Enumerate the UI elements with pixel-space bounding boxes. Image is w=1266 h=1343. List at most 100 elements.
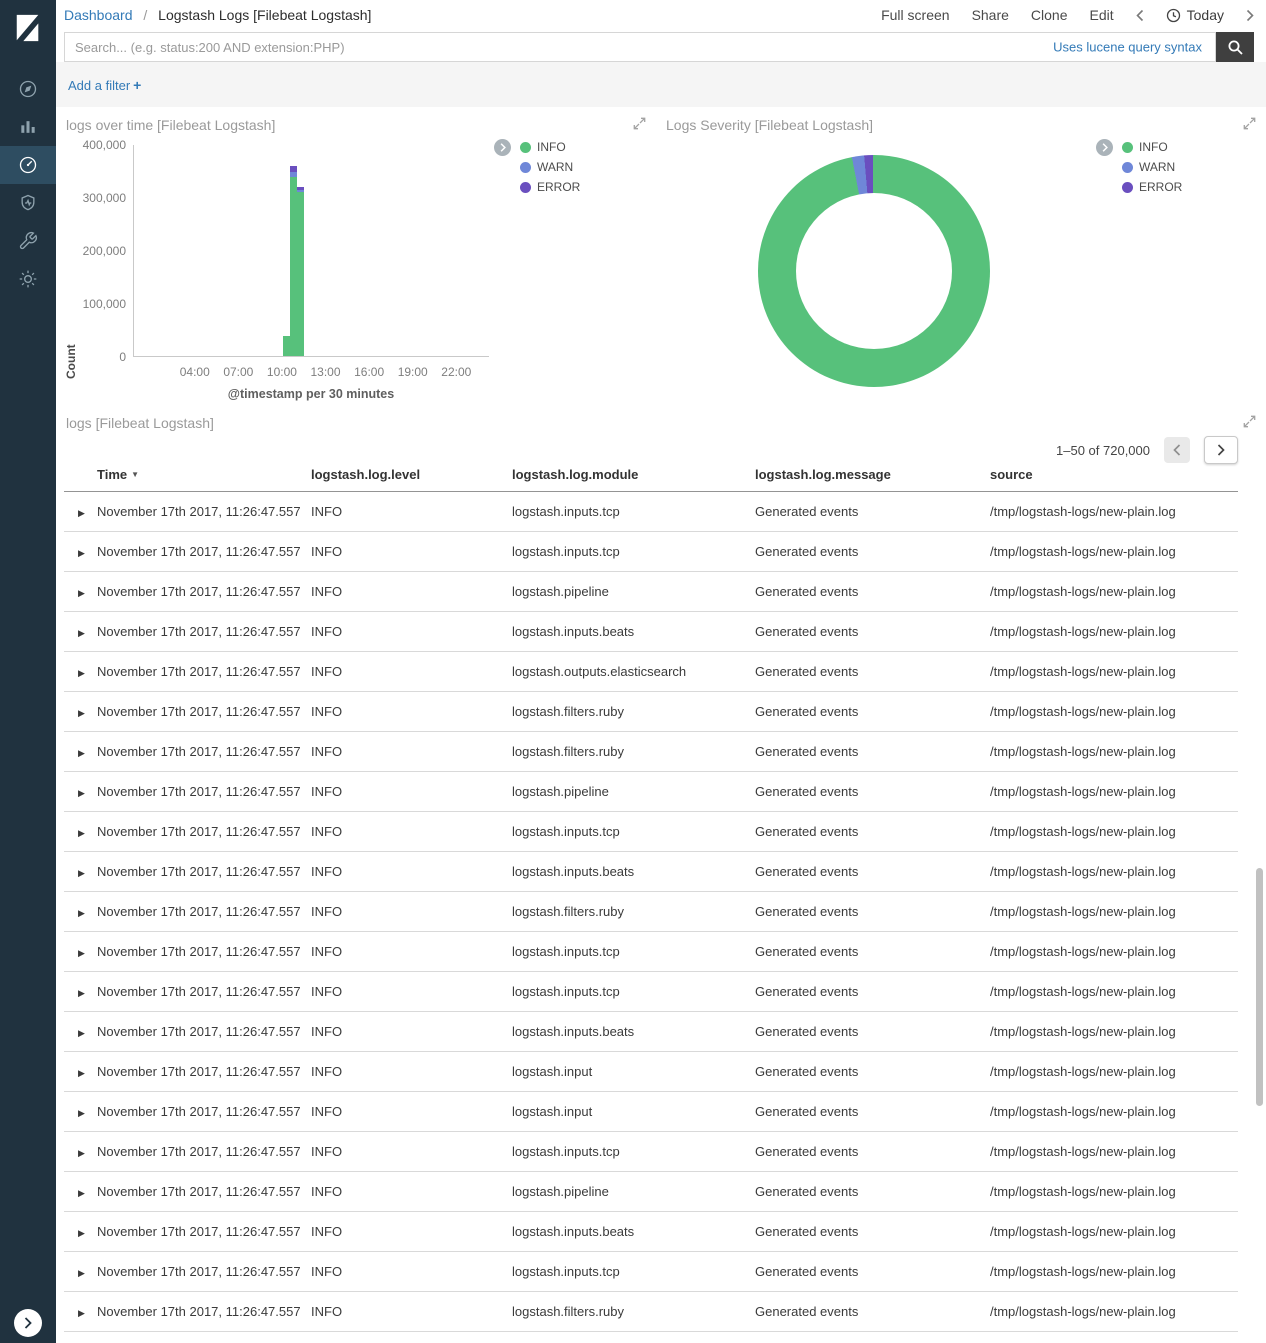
expand-row-caret[interactable]: ▶ [78, 788, 85, 798]
legend-label: ERROR [1139, 180, 1182, 194]
collapse-nav-button[interactable] [14, 1309, 42, 1337]
search-input[interactable] [64, 32, 1216, 62]
cell-source: /tmp/logstash-logs/new-plain.log [990, 492, 1238, 532]
expand-row-caret[interactable]: ▶ [78, 948, 85, 958]
cell-time: November 17th 2017, 11:26:47.557 [97, 972, 311, 1012]
expand-row-caret[interactable]: ▶ [78, 908, 85, 918]
log-table-row: ▶November 17th 2017, 11:26:47.557INFOlog… [64, 692, 1238, 732]
expand-row-caret[interactable]: ▶ [78, 1228, 85, 1238]
expand-row-caret[interactable]: ▶ [78, 548, 85, 558]
expand-row-caret[interactable]: ▶ [78, 1308, 85, 1318]
kibana-logo-icon [13, 13, 43, 43]
time-back-button[interactable] [1136, 9, 1144, 22]
expand-row-caret[interactable]: ▶ [78, 748, 85, 758]
cell-message: Generated events [755, 612, 990, 652]
lucene-syntax-link[interactable]: Uses lucene query syntax [1053, 40, 1202, 55]
bar-segment-info[interactable] [283, 336, 290, 356]
cell-source: /tmp/logstash-logs/new-plain.log [990, 692, 1238, 732]
expand-row-caret[interactable]: ▶ [78, 508, 85, 518]
y-axis-tick: 300,000 [83, 191, 126, 205]
log-table-row: ▶November 17th 2017, 11:26:47.557INFOlog… [64, 812, 1238, 852]
legend-item-warn[interactable]: WARN [520, 160, 580, 174]
expand-row-caret[interactable]: ▶ [78, 988, 85, 998]
expand-panel-icon[interactable] [633, 117, 646, 130]
sidebar-item-monitoring[interactable] [0, 184, 56, 222]
expand-cell: ▶ [64, 1212, 97, 1252]
chevron-left-icon [1173, 444, 1181, 456]
next-page-button[interactable] [1204, 436, 1238, 464]
legend-item-warn[interactable]: WARN [1122, 160, 1182, 174]
column-header-source[interactable]: source [990, 467, 1238, 492]
time-picker-button[interactable]: Today [1166, 7, 1224, 23]
breadcrumb: Dashboard / Logstash Logs [Filebeat Logs… [64, 7, 371, 23]
add-filter-label: Add a filter [68, 78, 130, 93]
cell-module: logstash.pipeline [512, 572, 755, 612]
legend-item-info[interactable]: INFO [1122, 140, 1182, 154]
legend-item-error[interactable]: ERROR [1122, 180, 1182, 194]
expand-cell: ▶ [64, 1172, 97, 1212]
scrollbar-thumb[interactable] [1256, 868, 1263, 1106]
expand-row-caret[interactable]: ▶ [78, 868, 85, 878]
expand-row-caret[interactable]: ▶ [78, 708, 85, 718]
legend-toggle-button[interactable] [1096, 139, 1113, 156]
column-header-time[interactable]: Time▼ [97, 467, 311, 492]
prev-page-button[interactable] [1164, 437, 1190, 463]
donut-legend: INFO WARN ERROR [1096, 139, 1182, 194]
breadcrumb-dashboard-link[interactable]: Dashboard [64, 7, 133, 23]
cell-module: logstash.inputs.tcp [512, 972, 755, 1012]
column-header-message[interactable]: logstash.log.message [755, 467, 990, 492]
bar-segment-info[interactable] [290, 177, 297, 356]
expand-row-caret[interactable]: ▶ [78, 588, 85, 598]
expand-row-caret[interactable]: ▶ [78, 668, 85, 678]
sidebar-item-visualize[interactable] [0, 108, 56, 146]
expand-row-caret[interactable]: ▶ [78, 1148, 85, 1158]
column-header-module[interactable]: logstash.log.module [512, 467, 755, 492]
clone-button[interactable]: Clone [1031, 7, 1068, 23]
cell-message: Generated events [755, 1012, 990, 1052]
sidebar-item-dashboard[interactable] [0, 146, 56, 184]
add-filter-link[interactable]: Add a filter+ [68, 78, 141, 93]
x-axis-tick: 04:00 [180, 365, 210, 379]
expand-row-caret[interactable]: ▶ [78, 1068, 85, 1078]
edit-button[interactable]: Edit [1090, 7, 1114, 23]
column-header-level[interactable]: logstash.log.level [311, 467, 512, 492]
expand-row-caret[interactable]: ▶ [78, 1268, 85, 1278]
bar-chart-icon [18, 117, 38, 137]
share-button[interactable]: Share [972, 7, 1009, 23]
sidebar-item-management[interactable] [0, 260, 56, 298]
cell-time: November 17th 2017, 11:26:47.557 [97, 612, 311, 652]
cell-level: INFO [311, 852, 512, 892]
chevron-right-icon [24, 1317, 32, 1329]
full-screen-button[interactable]: Full screen [881, 7, 949, 23]
chevron-left-icon [1136, 9, 1144, 22]
kibana-logo[interactable] [0, 0, 56, 56]
search-button[interactable] [1216, 32, 1254, 62]
donut-chart[interactable] [758, 155, 990, 387]
histogram-bar [283, 145, 290, 356]
expand-panel-icon[interactable] [1243, 117, 1256, 130]
legend-item-error[interactable]: ERROR [520, 180, 580, 194]
bar-segment-info[interactable] [297, 192, 304, 356]
expand-row-caret[interactable]: ▶ [78, 828, 85, 838]
cell-module: logstash.inputs.tcp [512, 492, 755, 532]
expand-cell: ▶ [64, 492, 97, 532]
cell-time: November 17th 2017, 11:26:47.557 [97, 772, 311, 812]
log-table-row: ▶November 17th 2017, 11:26:47.557INFOlog… [64, 612, 1238, 652]
legend-toggle-button[interactable] [494, 139, 511, 156]
chevron-right-icon [1102, 143, 1108, 152]
time-forward-button[interactable] [1246, 9, 1254, 22]
legend-label: WARN [537, 160, 573, 174]
expand-row-caret[interactable]: ▶ [78, 1188, 85, 1198]
cell-source: /tmp/logstash-logs/new-plain.log [990, 1172, 1238, 1212]
cell-message: Generated events [755, 932, 990, 972]
expand-panel-icon[interactable] [1243, 415, 1256, 428]
sidebar-item-devtools[interactable] [0, 222, 56, 260]
log-table-row: ▶November 17th 2017, 11:26:47.557INFOlog… [64, 1012, 1238, 1052]
expand-row-caret[interactable]: ▶ [78, 628, 85, 638]
expand-row-caret[interactable]: ▶ [78, 1028, 85, 1038]
legend-item-info[interactable]: INFO [520, 140, 580, 154]
sidebar-item-discover[interactable] [0, 70, 56, 108]
pagination: 1–50 of 720,000 [56, 435, 1238, 465]
breadcrumb-separator: / [143, 7, 147, 23]
expand-row-caret[interactable]: ▶ [78, 1108, 85, 1118]
